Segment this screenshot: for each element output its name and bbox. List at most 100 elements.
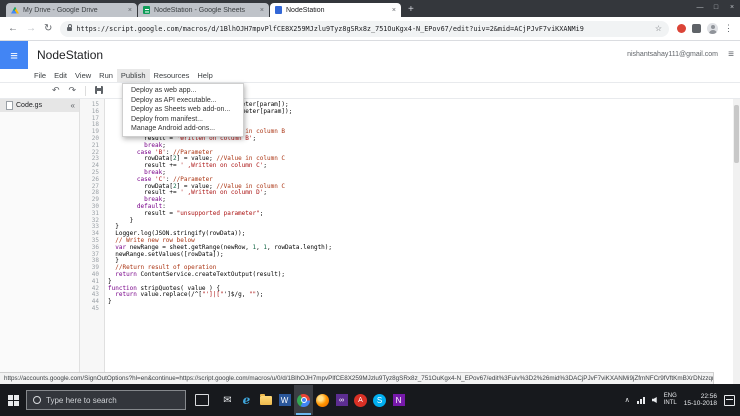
editor-scrollbar[interactable] — [733, 99, 740, 384]
apps-script-header: ≡ NodeStation nishantsahay111@gmail.com … — [0, 41, 740, 69]
editor-menubar: File Edit View Run Publish Resources Help — [0, 69, 740, 83]
tab-title: NodeStation — [286, 6, 325, 14]
taskbar-search[interactable]: Type here to search — [26, 390, 186, 410]
file-panel: Code.gs « — [0, 99, 80, 384]
menu-item-deploy-as-web-app[interactable]: Deploy as web app... — [123, 86, 243, 96]
publish-dropdown-menu: Deploy as web app... Deploy as API execut… — [122, 83, 244, 137]
profile-avatar[interactable] — [707, 23, 718, 34]
hamburger-icon[interactable]: ≡ — [0, 41, 28, 69]
header-menu-icon[interactable]: ≡ — [728, 49, 734, 60]
menu-item-deploy-as-sheets-web-add-on[interactable]: Deploy as Sheets web add-on... — [123, 105, 243, 115]
system-tray: ∧ ENG INTL 22:56 15-10-2018 — [625, 393, 740, 407]
account-email[interactable]: nishantsahay111@gmail.com — [627, 51, 718, 58]
menu-view[interactable]: View — [71, 69, 95, 82]
search-placeholder: Type here to search — [46, 395, 117, 405]
file-name: Code.gs — [16, 102, 43, 109]
scrollbar-thumb[interactable] — [734, 105, 739, 163]
clock[interactable]: 22:56 15-10-2018 — [684, 393, 717, 407]
https-lock-icon — [67, 23, 73, 31]
address-bar[interactable]: https://script.google.com/macros/d/1BlhO… — [60, 20, 669, 37]
mail-app-icon[interactable]: ✉ — [218, 385, 237, 415]
code-line: 31 result = "unsupported parameter"; — [80, 210, 733, 218]
skype-app-icon[interactable]: S — [370, 385, 389, 415]
tab-close-icon[interactable]: × — [128, 7, 132, 14]
onenote-app-icon[interactable]: N — [389, 385, 408, 415]
file-item-code-gs[interactable]: Code.gs — [0, 99, 79, 112]
script-editor: Code.gs « 15 var value = stripQuotes(e.p… — [0, 99, 740, 384]
menu-item-deploy-from-manifest[interactable]: Deploy from manifest... — [123, 115, 243, 125]
edge-browser-icon[interactable]: e — [237, 385, 256, 415]
menu-file[interactable]: File — [30, 69, 50, 82]
menu-resources[interactable]: Resources — [150, 69, 194, 82]
browser-actions: ⋮ — [677, 23, 733, 34]
vs-glyph: ∞ — [335, 394, 348, 406]
network-icon[interactable] — [636, 396, 645, 404]
extension-icon-gray[interactable] — [692, 24, 701, 33]
reload-icon[interactable]: ↻ — [44, 23, 52, 34]
tab-close-icon[interactable]: × — [392, 7, 396, 14]
chrome-glyph — [297, 393, 310, 407]
language-indicator[interactable]: ENG INTL — [664, 393, 677, 407]
browser-tab-strip: My Drive - Google Drive × NodeStation - Go… — [0, 0, 740, 17]
start-button[interactable] — [0, 394, 26, 406]
menu-publish[interactable]: Publish — [116, 69, 150, 82]
window-controls: — □ × — [692, 0, 740, 15]
task-view-icon[interactable] — [195, 394, 209, 406]
folder-glyph — [259, 393, 272, 405]
bookmark-star-icon[interactable]: ☆ — [655, 24, 662, 33]
chrome-browser-icon[interactable] — [294, 385, 313, 415]
code-text: return ContentService.createTextOutput(r… — [115, 270, 286, 278]
collapse-panel-icon[interactable]: « — [71, 101, 75, 110]
edge-glyph: e — [242, 393, 251, 407]
redo-button[interactable]: ↷ — [69, 85, 77, 96]
taskbar-apps: ✉ e W ∞ A S N — [218, 385, 408, 415]
firefox-browser-icon[interactable] — [313, 385, 332, 415]
maximize-icon[interactable]: □ — [708, 0, 724, 15]
code-editor[interactable]: 15 var value = stripQuotes(e.parameter[p… — [80, 99, 733, 384]
code-line: 24 result += ' ,Written on column C'; — [80, 162, 733, 170]
visual-studio-icon[interactable]: ∞ — [332, 385, 351, 415]
menu-item-manage-android-add-ons[interactable]: Manage Android add-ons... — [123, 124, 243, 134]
extension-icon-red[interactable] — [677, 24, 686, 33]
action-center-icon[interactable] — [724, 394, 735, 406]
mail-glyph: ✉ — [223, 394, 232, 406]
tray-chevron-icon[interactable]: ∧ — [625, 396, 630, 404]
tab-title: My Drive - Google Drive — [23, 6, 98, 14]
menu-edit[interactable]: Edit — [50, 69, 71, 82]
undo-button[interactable]: ↶ — [52, 85, 60, 96]
skype-glyph: S — [373, 393, 386, 407]
minimize-icon[interactable]: — — [692, 0, 708, 15]
save-button[interactable] — [95, 85, 104, 96]
browser-tab[interactable]: My Drive - Google Drive × — [6, 3, 137, 17]
menu-help[interactable]: Help — [193, 69, 216, 82]
line-number: 45 — [91, 304, 99, 312]
project-title: NodeStation — [37, 48, 104, 62]
url-text[interactable]: https://script.google.com/macros/d/1BlhO… — [76, 25, 650, 33]
acrobat-app-icon[interactable]: A — [351, 385, 370, 415]
back-icon[interactable]: ← — [8, 23, 18, 34]
volume-icon[interactable] — [651, 397, 657, 403]
menu-item-deploy-as-api-executable[interactable]: Deploy as API executable... — [123, 96, 243, 106]
cortana-icon — [33, 396, 41, 404]
code-text: } — [108, 298, 112, 306]
tab-close-icon[interactable]: × — [260, 7, 264, 14]
code-line: 37 newRange.setValues([rowData]); — [80, 251, 733, 259]
browser-tab[interactable]: NodeStation - Google Sheets × — [138, 3, 269, 17]
forward-icon[interactable]: → — [26, 23, 36, 34]
menu-run[interactable]: Run — [95, 69, 117, 82]
windows-taskbar: Type here to search ✉ e W ∞ A S N ∧ ENG INTL 2… — [0, 384, 740, 416]
browser-menu-icon[interactable]: ⋮ — [724, 23, 733, 34]
close-icon[interactable]: × — [724, 0, 740, 15]
status-link-bar: https://accounts.google.com/SignOutOptio… — [0, 372, 714, 384]
browser-tab[interactable]: NodeStation × — [270, 3, 401, 17]
new-tab-button[interactable]: + — [401, 3, 421, 17]
script-favicon — [275, 6, 282, 14]
word-app-icon[interactable]: W — [275, 385, 294, 415]
onenote-glyph: N — [392, 394, 405, 406]
browser-toolbar: ← → ↻ https://script.google.com/macros/d… — [0, 17, 740, 41]
firefox-glyph — [316, 393, 329, 407]
desktop-screen: My Drive - Google Drive × NodeStation - Go… — [0, 0, 740, 416]
word-glyph: W — [278, 394, 291, 406]
file-explorer-icon[interactable] — [256, 385, 275, 415]
